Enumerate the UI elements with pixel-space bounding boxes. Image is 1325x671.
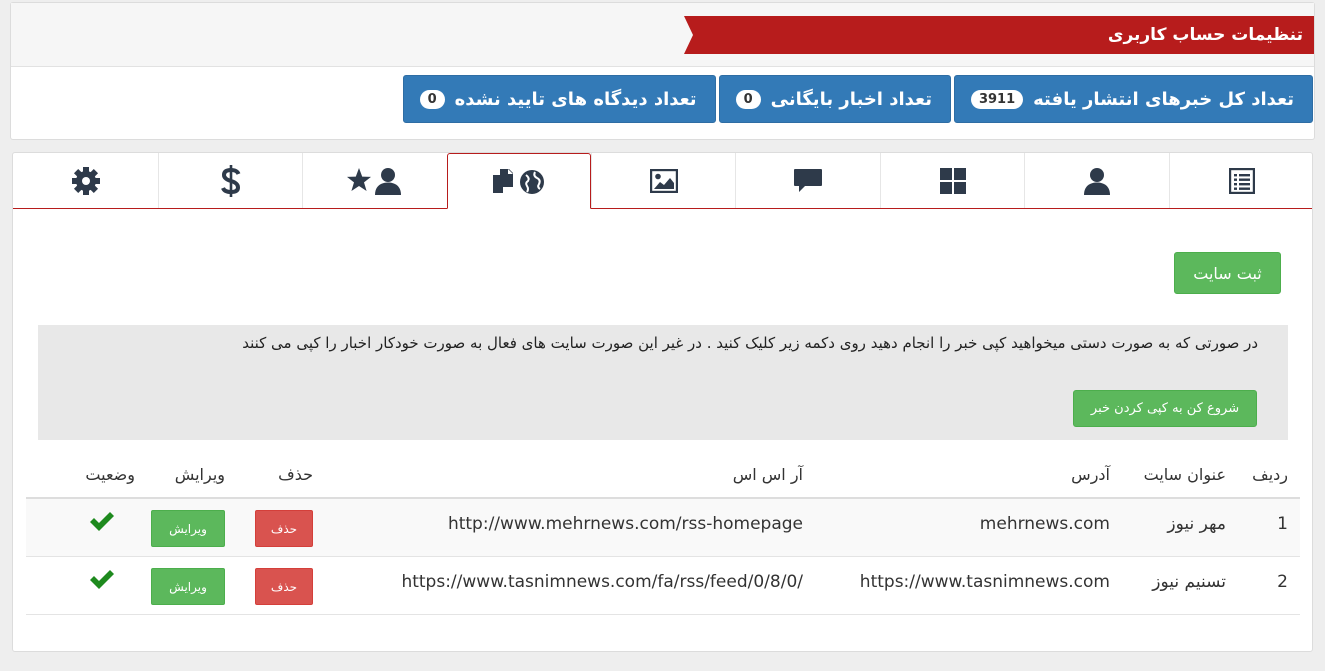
user-icon <box>1082 167 1112 195</box>
stats-bar: تعداد کل خبرهای انتشار یافته 3911 تعداد … <box>402 75 1313 123</box>
dollar-icon <box>220 164 242 197</box>
tab-gallery[interactable] <box>591 153 735 208</box>
row-rss-url: https://www.tasnimnews.com/fa/rss/feed/0… <box>401 572 803 592</box>
copy-globe-icon <box>491 167 547 195</box>
table-row: 2 تسنیم نیوز https://www.tasnimnews.com … <box>26 557 1300 615</box>
image-icon <box>649 168 678 193</box>
table-row: 1 مهر نیوز mehrnews.com http://www.mehrn… <box>26 499 1300 557</box>
tab-authors[interactable] <box>302 153 447 208</box>
check-icon <box>89 569 115 596</box>
unapproved-comments-count-button[interactable]: تعداد دیدگاه های تایید نشده 0 <box>402 75 716 123</box>
row-address: https://www.tasnimnews.com <box>859 572 1110 592</box>
header-title: عنوان سایت <box>1143 465 1226 484</box>
dashboard-grid-icon <box>939 167 966 194</box>
register-site-button[interactable]: ثبت سایت <box>1174 252 1281 294</box>
manual-copy-notice: در صورتی که به صورت دستی میخواهید کپی خب… <box>38 325 1288 440</box>
check-icon <box>89 511 115 538</box>
tab-comments[interactable] <box>735 153 880 208</box>
row-site-title: مهر نیوز <box>1167 514 1226 534</box>
header-edit: ویرایش <box>174 465 225 484</box>
page-title: تنظیمات حساب کاربری <box>684 16 1314 54</box>
row-index: 2 <box>1277 572 1288 592</box>
stat-badge: 3911 <box>970 89 1024 109</box>
stat-label: تعداد کل خبرهای انتشار یافته <box>1033 88 1294 110</box>
edit-button[interactable]: ویرایش <box>151 510 225 547</box>
panel-heading: تنظیمات حساب کاربری <box>11 3 1314 67</box>
tab-profile[interactable] <box>1024 153 1169 208</box>
tab-bar <box>13 153 1312 209</box>
row-address: mehrnews.com <box>979 514 1110 534</box>
row-index: 1 <box>1277 514 1288 534</box>
main-panel: ثبت سایت در صورتی که به صورت دستی میخواه… <box>12 152 1313 652</box>
stat-badge: 0 <box>419 89 445 109</box>
edit-button[interactable]: ویرایش <box>151 568 225 605</box>
sites-table: ردیف عنوان سایت آدرس آر اس اس حذف ویرایش… <box>26 449 1300 615</box>
start-copy-button[interactable]: شروع کن به کپی کردن خبر <box>1073 390 1257 427</box>
notice-text: در صورتی که به صورت دستی میخواهید کپی خب… <box>242 334 1258 352</box>
list-alt-icon <box>1228 167 1255 194</box>
header-delete: حذف <box>278 465 313 484</box>
header-address: آدرس <box>1071 465 1110 484</box>
table-header-row: ردیف عنوان سایت آدرس آر اس اس حذف ویرایش… <box>26 449 1300 499</box>
stat-label: تعداد اخبار بایگانی <box>770 88 932 110</box>
header-status: وضعیت <box>85 465 135 484</box>
stat-label: تعداد دیدگاه های تایید نشده <box>454 88 697 110</box>
row-rss-url: http://www.mehrnews.com/rss-homepage <box>447 514 803 534</box>
header-index: ردیف <box>1252 465 1288 484</box>
tab-settings[interactable] <box>13 153 158 208</box>
archived-news-count-button[interactable]: تعداد اخبار بایگانی 0 <box>718 75 951 123</box>
stat-badge: 0 <box>735 89 761 109</box>
tab-dashboard[interactable] <box>880 153 1024 208</box>
tab-news-list[interactable] <box>1169 153 1313 208</box>
comment-icon <box>793 168 823 194</box>
tab-payments[interactable] <box>158 153 302 208</box>
tab-news-copy[interactable] <box>447 153 591 209</box>
row-site-title: تسنیم نیوز <box>1152 572 1226 592</box>
delete-button[interactable]: حذف <box>255 510 313 547</box>
gear-icon <box>71 166 100 195</box>
user-star-icon <box>346 167 404 195</box>
delete-button[interactable]: حذف <box>255 568 313 605</box>
published-news-count-button[interactable]: تعداد کل خبرهای انتشار یافته 3911 <box>953 75 1313 123</box>
header-rss: آر اس اس <box>732 465 803 484</box>
